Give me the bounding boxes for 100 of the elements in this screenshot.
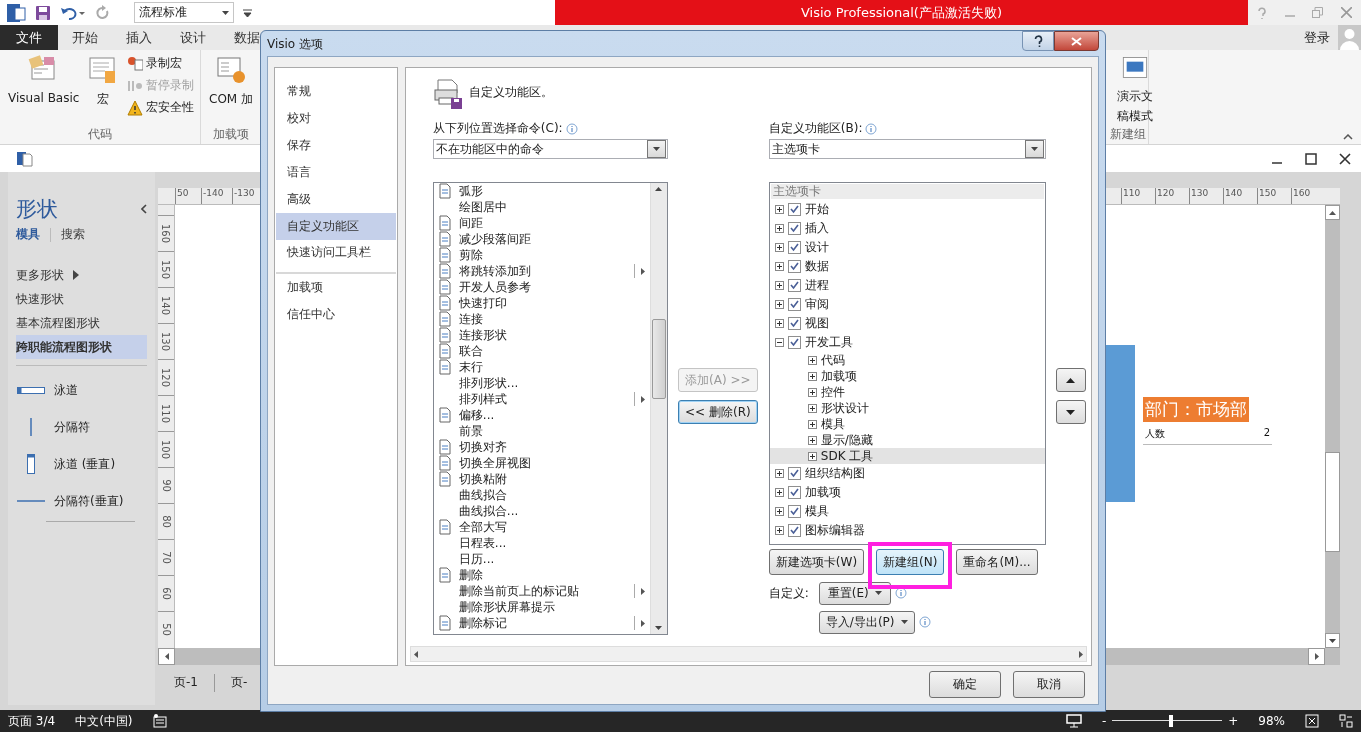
tree-item[interactable]: 模具 [769, 416, 1045, 432]
maximize-icon[interactable] [1305, 152, 1317, 165]
vertical-scrollbar[interactable] [649, 183, 667, 634]
rename-button[interactable]: 重命名(M)... [956, 549, 1038, 575]
tree-item[interactable]: 组织结构图 [769, 464, 1045, 483]
page-indicator[interactable]: 页面 3/4 [8, 712, 56, 730]
expand-icon[interactable] [807, 355, 817, 365]
vertical-scrollbar[interactable] [1325, 205, 1340, 648]
checkbox[interactable] [787, 279, 801, 292]
zoom-in-button[interactable]: + [1228, 714, 1239, 728]
remove-button[interactable]: << 删除(R) [677, 400, 758, 424]
ribbon-tab[interactable]: 开始 [58, 25, 112, 50]
import-export-button[interactable]: 导入/导出(P) [818, 610, 915, 634]
tree-item[interactable]: 设计 [769, 238, 1045, 257]
command-item[interactable]: 连接形状 [433, 327, 650, 343]
horizontal-scrollbar[interactable] [409, 646, 1087, 662]
tree-item[interactable]: 显示/隐藏 [769, 432, 1045, 448]
tree-item[interactable]: 开发工具 [769, 333, 1045, 352]
stencil-item[interactable]: 快速形状 [16, 287, 147, 311]
command-item[interactable]: 全部大写 [433, 519, 650, 535]
close-button[interactable] [1054, 31, 1099, 51]
ribbon-tree[interactable]: 主选项卡 开始 插入 设计 数据 进程 审阅 视图 开发工具 代码 加载项 控件 形状设计 模具 显示/隐藏 SDK 工具 组织结构图 加载项 模具 图标编辑器 [768, 182, 1046, 545]
zoom-thumb[interactable] [1168, 715, 1173, 727]
close-icon[interactable] [1339, 152, 1351, 165]
tree-item[interactable]: 开始 [769, 200, 1045, 219]
expand-icon[interactable] [774, 300, 784, 309]
command-item[interactable]: 减少段落间距 [433, 231, 650, 247]
file-tab[interactable]: 文件 [0, 25, 58, 50]
expand-icon[interactable] [774, 507, 784, 516]
scroll-thumb[interactable] [651, 318, 666, 399]
tree-item[interactable]: 控件 [769, 384, 1045, 400]
collapse-icon[interactable] [774, 338, 784, 347]
master-shape[interactable]: 泳道 (垂直) [16, 452, 147, 476]
command-item[interactable]: 将跳转添加到 [433, 263, 650, 279]
checkbox[interactable] [787, 336, 801, 349]
command-item[interactable]: 弧形 [433, 183, 650, 199]
command-item[interactable]: 删除标记 [433, 615, 650, 631]
command-item[interactable]: 偏移... [433, 407, 650, 423]
command-item[interactable]: 日历... [433, 551, 650, 567]
pane-tab[interactable]: 模具 [16, 226, 40, 243]
switch-windows-icon[interactable] [1339, 714, 1353, 728]
command-item[interactable]: 删除形状屏幕提示 [433, 599, 650, 615]
ribbon-button[interactable]: COM 加 [205, 50, 257, 126]
expand-icon[interactable] [774, 319, 784, 328]
command-item[interactable]: 连接 [433, 311, 650, 327]
move-up-button[interactable] [1055, 368, 1086, 392]
category-item[interactable]: 快速访问工具栏 [276, 240, 396, 274]
command-item[interactable]: 切换全屏视图 [433, 455, 650, 471]
stencil-item[interactable]: 基本流程图形状 [16, 311, 147, 335]
page-tab[interactable]: 页-1 [174, 674, 198, 691]
expand-icon[interactable] [807, 419, 817, 429]
commands-list[interactable]: 弧形 绘图居中 间距 减少段落间距 剪除 将跳转添加到 开发人员参考 快速打印 连接 连接形状 联合 末行 排列形状... 排列样式 偏移... 前景 切换对齐 切换全屏视图 切换粘附 曲线拟合 曲线拟合... 全部大写 日程表... 日历... 删除 删除当前页上的标记贴 删除形状屏幕提示 删除标记 [432, 182, 668, 635]
command-item[interactable]: 删除 [433, 567, 650, 583]
command-item[interactable]: 末行 [433, 359, 650, 375]
ribbon-tab[interactable]: 插入 [112, 25, 166, 50]
tree-item[interactable]: 代码 [769, 352, 1045, 368]
expand-icon[interactable] [774, 224, 784, 233]
command-item[interactable]: 开发人员参考 [433, 279, 650, 295]
tree-item[interactable]: 模具 [769, 502, 1045, 521]
category-item[interactable]: 校对 [276, 105, 396, 132]
command-item[interactable]: 绘图居中 [433, 199, 650, 215]
master-shape[interactable]: 分隔符(垂直) [16, 489, 147, 513]
commands-dropdown[interactable]: 不在功能区中的命令 [432, 139, 668, 159]
save-icon[interactable] [35, 4, 51, 21]
command-item[interactable]: 切换对齐 [433, 439, 650, 455]
pane-tab[interactable]: 搜索 [61, 226, 85, 243]
expand-icon[interactable] [774, 469, 784, 478]
checkbox[interactable] [787, 524, 801, 537]
expand-icon[interactable] [774, 281, 784, 290]
expand-icon[interactable] [807, 435, 817, 445]
macro-record-icon[interactable] [152, 714, 167, 728]
command-item[interactable]: 排列形状... [433, 375, 650, 391]
tree-item[interactable]: 插入 [769, 219, 1045, 238]
category-item[interactable]: 常规 [276, 78, 396, 105]
expand-icon[interactable] [774, 243, 784, 252]
expand-icon[interactable] [807, 403, 817, 413]
checkbox[interactable] [787, 241, 801, 254]
tree-item[interactable]: 形状设计 [769, 400, 1045, 416]
ribbon-button[interactable]: 宏 [83, 50, 124, 126]
category-item[interactable]: 保存 [276, 132, 396, 159]
command-item[interactable]: 排列样式 [433, 391, 650, 407]
expand-icon[interactable] [807, 387, 817, 397]
category-item[interactable]: 自定义功能区 [276, 213, 396, 240]
expand-icon[interactable] [774, 262, 784, 271]
tree-item[interactable]: 图标编辑器 [769, 521, 1045, 540]
expand-icon[interactable] [774, 488, 784, 497]
tree-item[interactable]: SDK 工具 [769, 448, 1045, 464]
collapse-icon[interactable] [1343, 134, 1353, 140]
ribbon-button[interactable]: 演示文稿模式 [1112, 50, 1158, 126]
tree-item[interactable]: 加载项 [769, 483, 1045, 502]
tree-item[interactable]: 加载项 [769, 368, 1045, 384]
zoom-level[interactable]: 98% [1258, 714, 1285, 728]
master-shape[interactable]: 泳道 [16, 378, 147, 402]
checkbox[interactable] [787, 486, 801, 499]
expand-icon[interactable] [807, 371, 817, 381]
expand-icon[interactable] [807, 451, 817, 461]
new-tab-button[interactable]: 新建选项卡(W) [768, 549, 865, 575]
checkbox[interactable] [787, 222, 801, 235]
page-tab[interactable]: 页- [230, 674, 248, 691]
ribbon-tab[interactable]: 设计 [166, 25, 220, 50]
